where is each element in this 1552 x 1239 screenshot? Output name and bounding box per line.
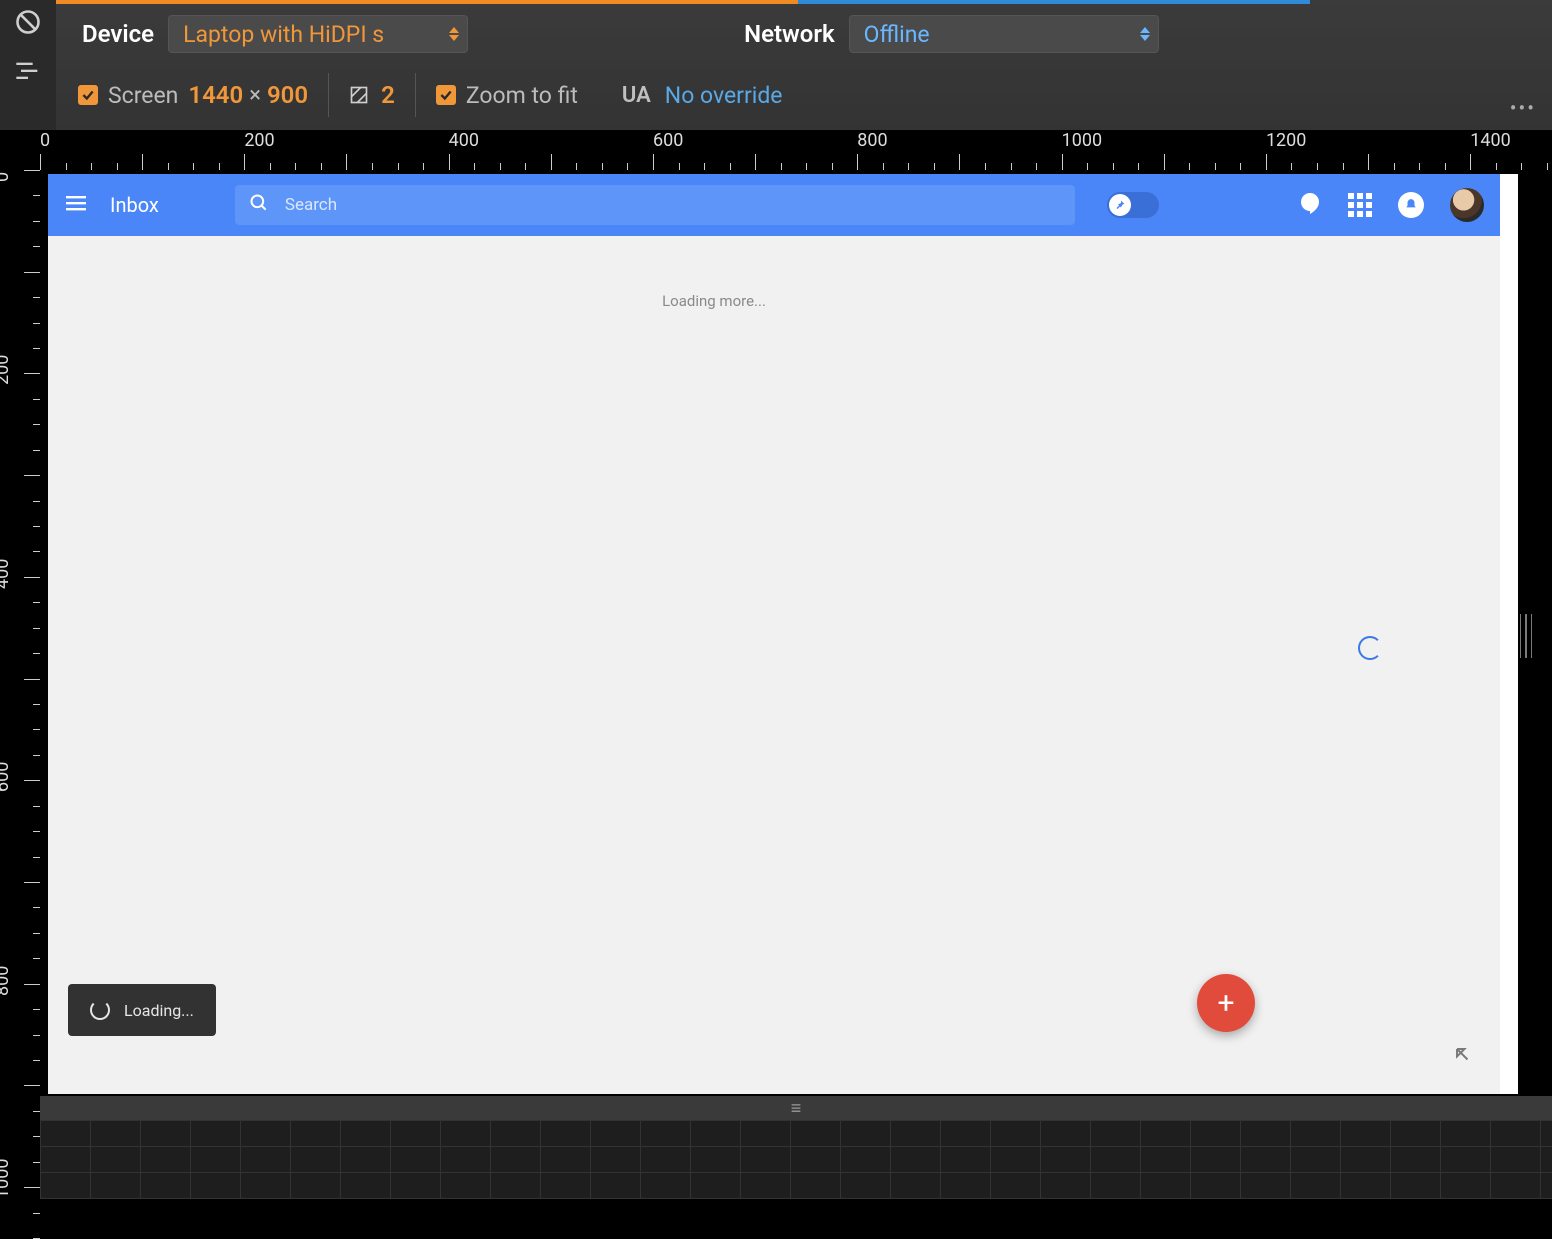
network-select-value: Offline xyxy=(864,21,930,48)
hangouts-icon[interactable] xyxy=(1298,191,1322,219)
devtools-left-icon-bar xyxy=(0,0,56,130)
zoom-label: Zoom to fit xyxy=(466,82,578,109)
ua-value[interactable]: No override xyxy=(665,82,783,109)
device-label: Device xyxy=(82,20,154,48)
device-select-value: Laptop with HiDPI s xyxy=(183,21,384,48)
devtools-drawer xyxy=(40,1120,1552,1198)
compose-fab[interactable]: + xyxy=(1197,974,1255,1032)
dimension-x: × xyxy=(249,83,261,108)
apps-grid-icon[interactable] xyxy=(1348,193,1372,217)
select-arrows-icon xyxy=(449,27,459,41)
pin-toggle[interactable] xyxy=(1107,192,1159,218)
screen-width[interactable]: 1440 xyxy=(188,81,243,109)
ua-label: UA xyxy=(622,83,651,108)
horizontal-ruler: 0200400600800100012001400 xyxy=(40,130,1552,170)
screen-checkbox[interactable] xyxy=(78,85,98,105)
hamburger-icon[interactable] xyxy=(64,191,88,219)
viewport-scrollbar[interactable] xyxy=(1500,174,1518,1094)
viewport-right-handle[interactable] xyxy=(1520,614,1532,658)
device-viewport: Inbox Loading more... + xyxy=(48,174,1518,1094)
screen-label: Screen xyxy=(108,82,178,109)
devtools-device-toolbar: Device Laptop with HiDPI s Network Offli… xyxy=(56,0,1552,130)
select-arrows-icon xyxy=(1140,27,1150,41)
zoom-checkbox[interactable] xyxy=(436,85,456,105)
screen-height[interactable]: 900 xyxy=(267,81,308,109)
spinner-icon xyxy=(1358,636,1382,660)
vertical-ruler: 02004006008001000 xyxy=(0,130,40,1198)
filter-icon[interactable] xyxy=(14,58,42,90)
device-select[interactable]: Laptop with HiDPI s xyxy=(168,15,468,53)
notifications-icon[interactable] xyxy=(1398,192,1424,218)
avatar[interactable] xyxy=(1450,188,1484,222)
loading-more-text: Loading more... xyxy=(662,292,766,310)
devtools-drawer-handle[interactable]: ≡ xyxy=(40,1096,1552,1120)
inbox-title: Inbox xyxy=(110,193,159,217)
more-menu-icon[interactable]: ••• xyxy=(1510,96,1536,120)
loading-toast: Loading... xyxy=(68,984,216,1036)
search-icon xyxy=(249,193,269,217)
network-select[interactable]: Offline xyxy=(849,15,1159,53)
search-bar[interactable] xyxy=(235,185,1075,225)
toast-text: Loading... xyxy=(124,1001,194,1020)
drawer-grip-icon: ≡ xyxy=(791,1098,802,1119)
network-label: Network xyxy=(744,20,835,48)
inbox-header: Inbox xyxy=(48,174,1500,236)
dpr-icon[interactable] xyxy=(349,85,369,105)
dpr-value[interactable]: 2 xyxy=(381,81,395,109)
search-input[interactable] xyxy=(285,195,1061,215)
inbox-content: Loading more... + Loading... xyxy=(48,236,1500,1094)
resize-corner-icon[interactable] xyxy=(1454,1046,1472,1064)
spinner-icon xyxy=(90,1000,110,1020)
prohibit-icon[interactable] xyxy=(14,8,42,40)
